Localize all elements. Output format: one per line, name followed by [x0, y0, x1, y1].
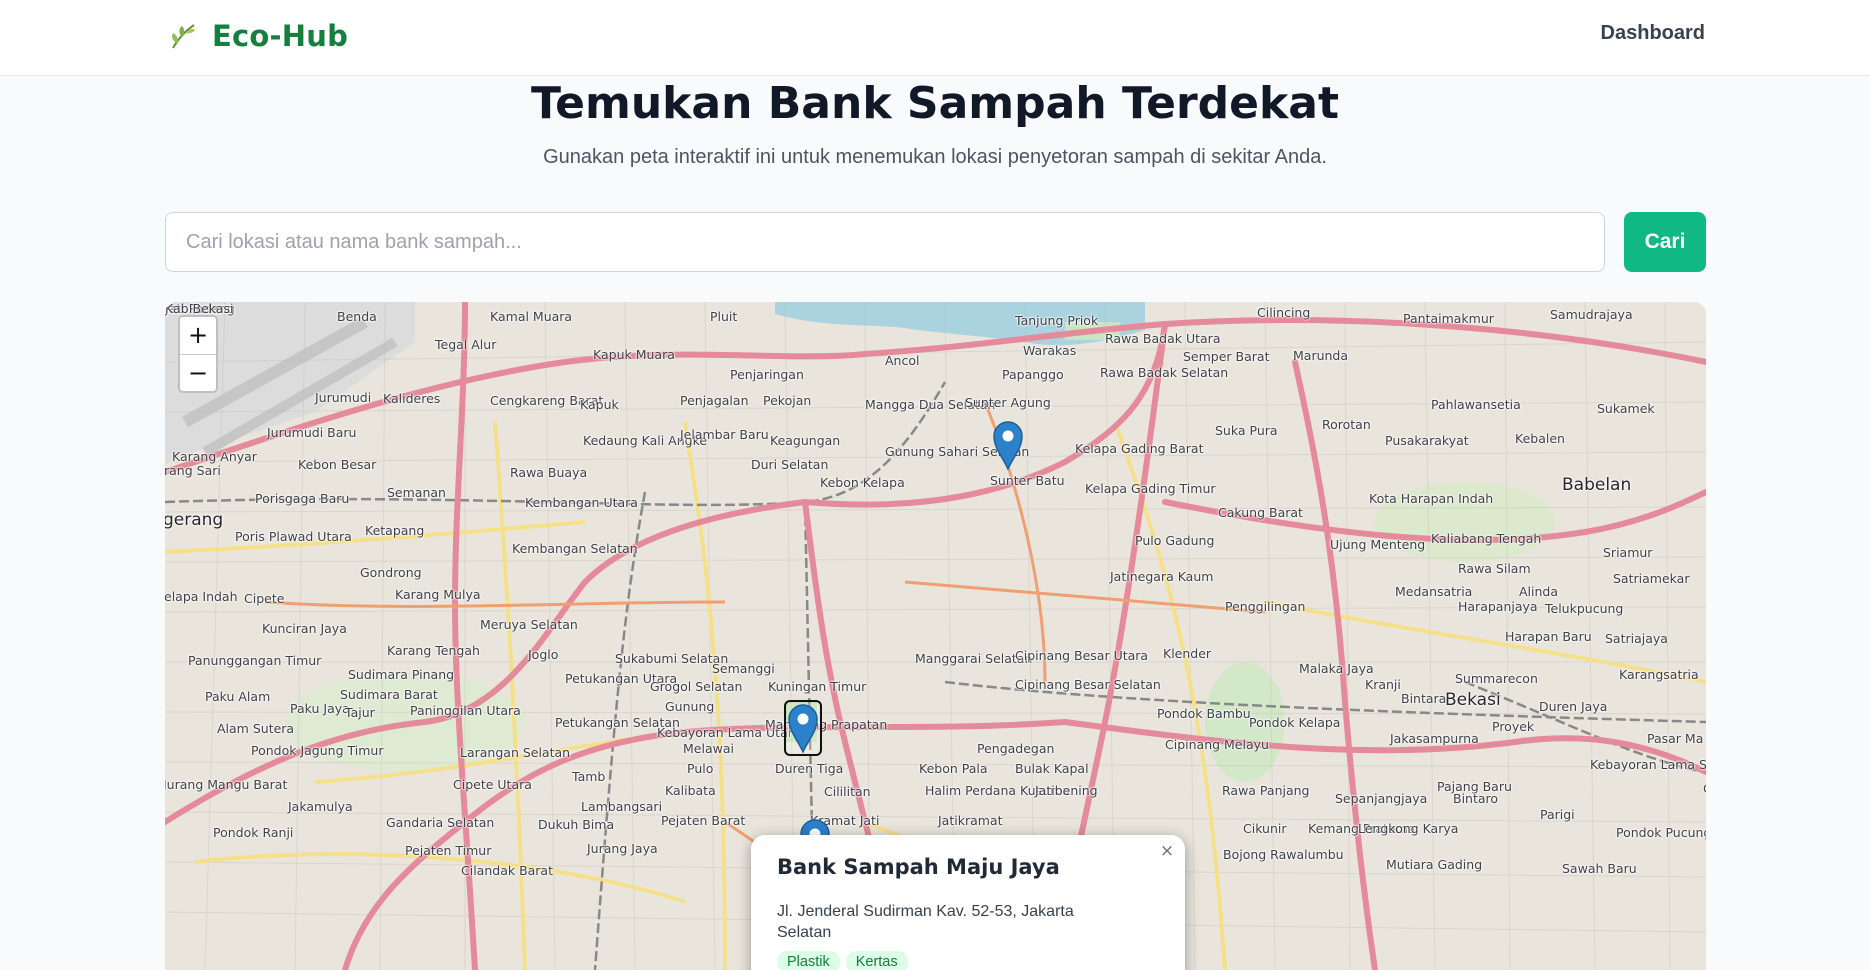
brand[interactable]: Eco-Hub	[168, 16, 348, 56]
map-pin-icon	[993, 421, 1023, 470]
location-popup: × Bank Sampah Maju Jaya Jl. Jenderal Sud…	[751, 835, 1185, 970]
brand-name: Eco-Hub	[212, 19, 349, 53]
leaf-icon	[172, 24, 195, 49]
waste-type-tags: Plastik Kertas	[777, 951, 1159, 970]
search-button[interactable]: Cari	[1624, 212, 1706, 272]
page-title: Temukan Bank Sampah Terdekat	[530, 78, 1339, 129]
map-container[interactable]: Benda Kamal Muara Pluit Tanjung Priok Cilinc…	[165, 302, 1706, 970]
zoom-control: + −	[178, 315, 218, 393]
popup-title: Bank Sampah Maju Jaya	[777, 855, 1060, 879]
popup-address: Jl. Jenderal Sudirman Kav. 52-53, Jakart…	[777, 903, 1074, 941]
top-navbar: Eco-Hub Dashboard	[0, 0, 1870, 76]
map-marker[interactable]	[992, 420, 1024, 470]
page-subtitle: Gunakan peta interaktif ini untuk menemu…	[543, 146, 1327, 168]
waste-type-tag: Kertas	[845, 951, 908, 970]
zoom-in-button[interactable]: +	[180, 317, 216, 354]
search-input[interactable]	[165, 212, 1605, 272]
waste-type-tag: Plastik	[777, 951, 840, 970]
nav-dashboard-link[interactable]: Dashboard	[1601, 22, 1705, 45]
close-icon[interactable]: ×	[1157, 841, 1177, 861]
zoom-out-button[interactable]: −	[180, 354, 216, 391]
map-marker-selected[interactable]	[784, 700, 822, 756]
map-pin-icon	[788, 704, 818, 753]
